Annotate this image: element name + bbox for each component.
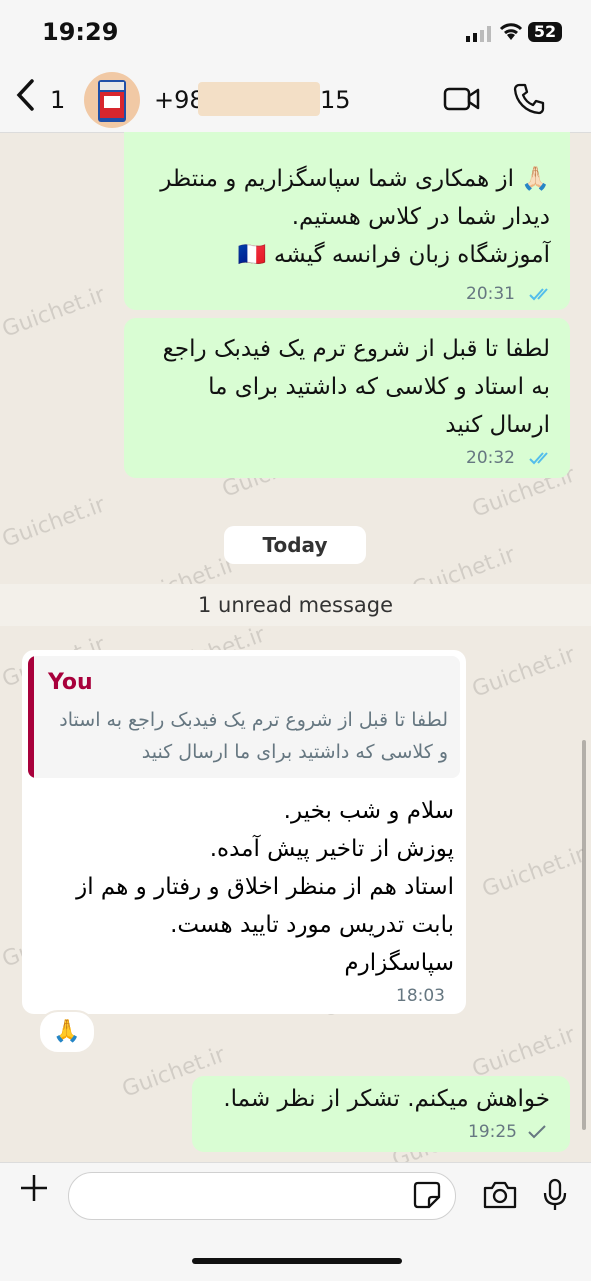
message-text: لطفا تا قبل از شروع ترم یک فیدبک راجع به… [162, 336, 550, 438]
battery-indicator: 52 [528, 22, 562, 42]
phone-call-icon[interactable] [512, 82, 546, 116]
read-receipt-icon [529, 288, 548, 301]
home-indicator [192, 1258, 402, 1264]
camera-icon[interactable] [482, 1180, 518, 1210]
status-time: 19:29 [42, 18, 119, 46]
kiosk-logo-icon [98, 80, 126, 122]
wifi-icon [499, 23, 523, 40]
phone-redaction [198, 82, 320, 116]
read-receipt-icon [529, 452, 548, 465]
message-text: 🙏🏻 از همکاری شما سپاسگزاریم و منتظر دیدا… [160, 166, 550, 268]
unread-chats-count[interactable]: 1 [50, 86, 65, 114]
unread-banner: 1 unread message [0, 584, 591, 626]
cellular-signal-icon [466, 26, 491, 42]
contact-phone-suffix[interactable]: 15 [320, 86, 351, 114]
chevron-left-icon [16, 79, 34, 111]
sent-check-icon [528, 1125, 546, 1139]
message-time: 20:32 [466, 448, 515, 468]
quoted-reply[interactable]: You لطفا تا قبل از شروع ترم یک فیدبک راج… [28, 656, 460, 778]
quote-author: You [48, 670, 93, 695]
reaction-badge[interactable]: 🙏 [38, 1010, 96, 1054]
message-input[interactable] [68, 1172, 456, 1220]
microphone-icon[interactable] [542, 1178, 568, 1212]
message-time: 19:25 [468, 1122, 517, 1142]
message-time: 20:31 [466, 284, 515, 304]
quote-accent-bar [28, 656, 34, 778]
message-text: سلام و شب بخیر. پوزش از تاخیر پیش آمده. … [76, 798, 454, 976]
message-time: 18:03 [396, 986, 445, 1006]
quote-text: لطفا تا قبل از شروع ترم یک فیدبک راجع به… [59, 709, 448, 763]
message-text: خواهش میکنم. تشکر از نظر شما. [223, 1086, 550, 1112]
date-separator: Today [224, 526, 366, 564]
scrollbar[interactable] [582, 740, 586, 1130]
plus-icon[interactable] [18, 1172, 50, 1204]
avatar[interactable] [84, 72, 140, 128]
video-call-icon[interactable] [443, 86, 481, 112]
back-button[interactable] [14, 78, 36, 121]
sticker-icon[interactable] [412, 1180, 442, 1210]
